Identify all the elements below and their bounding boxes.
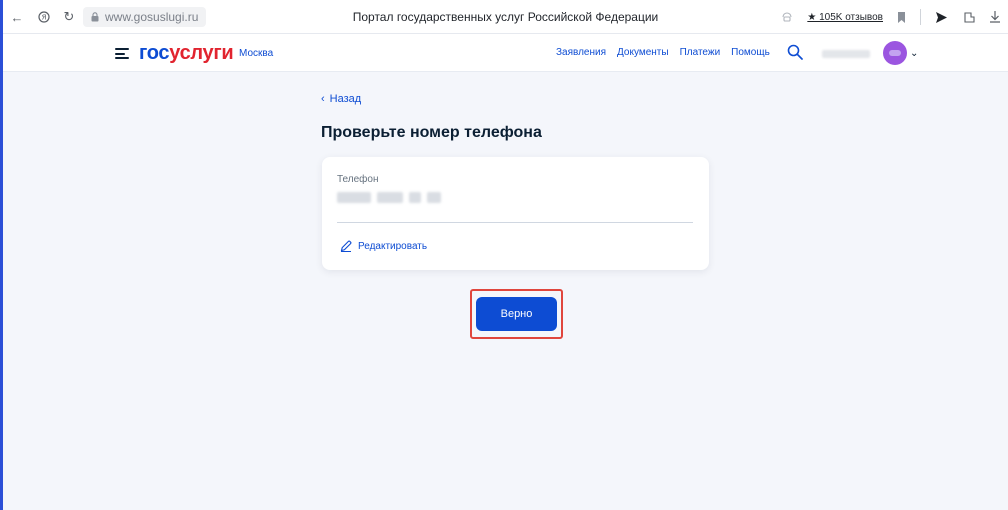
- download-icon[interactable]: [990, 11, 1000, 23]
- highlight-frame: Верно: [470, 289, 563, 339]
- toolbar-separator: [920, 9, 921, 25]
- phone-value-blurred: [337, 192, 441, 203]
- chevron-left-icon: ‹: [321, 93, 325, 105]
- phone-card: Телефон Редактировать: [322, 157, 709, 270]
- security-icon[interactable]: [781, 11, 793, 23]
- reload-icon[interactable]: ↻: [61, 9, 77, 25]
- nav-payments[interactable]: Платежи: [680, 47, 721, 58]
- phone-label: Телефон: [337, 174, 379, 185]
- region-selector[interactable]: Москва: [239, 48, 273, 59]
- address-bar[interactable]: www.gosuslugi.ru: [83, 7, 207, 27]
- user-name-blurred: [822, 50, 870, 58]
- nav-applications[interactable]: Заявления: [556, 47, 606, 58]
- address-url: www.gosuslugi.ru: [105, 10, 199, 24]
- search-icon[interactable]: [787, 44, 803, 60]
- bookmark-icon[interactable]: [897, 11, 906, 23]
- avatar[interactable]: [883, 41, 907, 65]
- back-link[interactable]: ‹ Назад: [321, 93, 361, 105]
- lock-icon: [91, 12, 99, 22]
- browser-toolbar: ← Я ↻ www.gosuslugi.ru Портал государств…: [3, 0, 1008, 34]
- pencil-icon: [340, 240, 352, 252]
- yandex-icon[interactable]: Я: [36, 9, 52, 25]
- edit-label: Редактировать: [358, 240, 428, 252]
- nav-documents[interactable]: Документы: [617, 47, 669, 58]
- field-divider: [337, 222, 693, 223]
- send-icon[interactable]: [935, 11, 948, 24]
- menu-icon[interactable]: [115, 48, 129, 59]
- nav-help[interactable]: Помощь: [731, 47, 770, 58]
- site-header: госуслуги Москва Заявления Документы Пла…: [3, 34, 1008, 72]
- page-title: Проверьте номер телефона: [321, 124, 542, 141]
- main-nav: Заявления Документы Платежи Помощь: [556, 47, 770, 58]
- confirm-button[interactable]: Верно: [476, 297, 557, 331]
- reviews-link[interactable]: ★ 105K отзывов: [807, 12, 883, 23]
- back-label: Назад: [329, 93, 362, 105]
- chevron-down-icon[interactable]: ⌄: [910, 48, 918, 59]
- back-arrow-icon[interactable]: ←: [9, 9, 25, 25]
- gosuslugi-logo[interactable]: госуслуги: [139, 42, 234, 65]
- window-edge: [0, 0, 3, 510]
- extension-icon[interactable]: [962, 10, 976, 24]
- edit-link[interactable]: Редактировать: [340, 240, 427, 252]
- svg-text:Я: Я: [42, 14, 47, 22]
